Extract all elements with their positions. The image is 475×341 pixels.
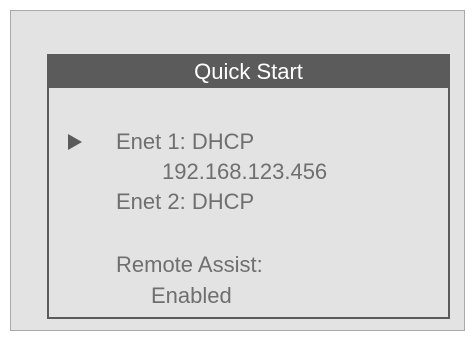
enet2-line[interactable]: Enet 2: DHCP [116, 189, 254, 215]
remote-assist-label[interactable]: Remote Assist: [116, 252, 263, 278]
play-right-arrow-icon [68, 134, 82, 150]
device-bezel: Quick Start Enet 1: DHCP 192.168.123.456… [10, 10, 465, 331]
enet1-ip-address: 192.168.123.456 [162, 159, 328, 184]
enet1-line[interactable]: Enet 1: DHCP [116, 129, 254, 155]
screen-title: Quick Start [49, 56, 448, 88]
lcd-screen: Quick Start Enet 1: DHCP 192.168.123.456… [47, 54, 450, 319]
remote-assist-status: Enabled [151, 283, 232, 308]
